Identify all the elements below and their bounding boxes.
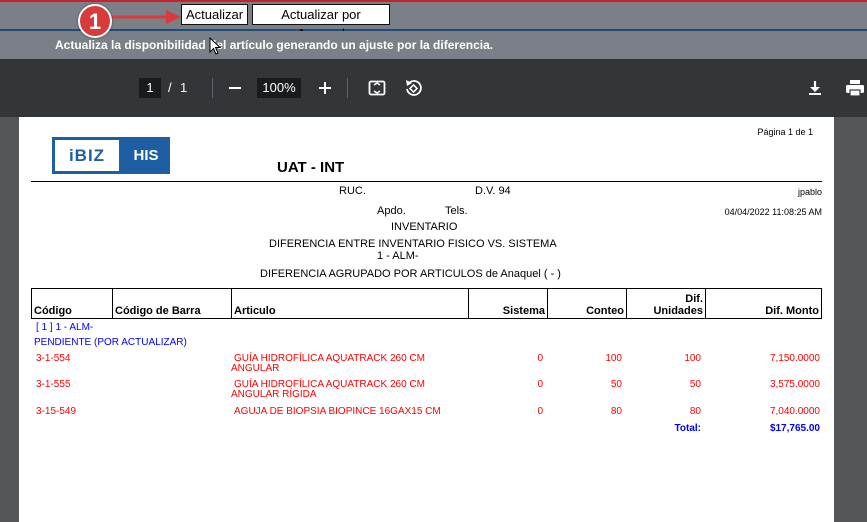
- apdo-label: Apdo.: [377, 205, 406, 217]
- tels-label: Tels.: [445, 205, 468, 217]
- row-articulo: AGUJA DE BIOPSIA BIOPINCE 16GAX15 CM: [234, 406, 441, 417]
- row-dif-unidades: 80: [689, 406, 701, 417]
- status-label: PENDIENTE (POR ACTUALIZAR): [34, 337, 187, 348]
- fit-page-icon[interactable]: [365, 76, 389, 100]
- toolbar-divider: [347, 78, 348, 98]
- report-title: INVENTARIO: [391, 221, 458, 233]
- actualizar-button[interactable]: Actualizar: [181, 4, 248, 25]
- col-sistema: Sistema: [468, 288, 548, 319]
- row-conteo: 80: [610, 406, 622, 417]
- col-dif-unidades: Dif. Unidades: [626, 288, 706, 319]
- page-total: 1: [180, 80, 188, 95]
- annotation-step-marker: 1: [78, 4, 112, 38]
- col-dif-monto: Dif. Monto: [705, 288, 822, 319]
- report-datetime: 04/04/2022 11:08:25 AM: [724, 207, 822, 217]
- col-codigo: Código: [31, 288, 113, 319]
- col-conteo: Conteo: [547, 288, 627, 319]
- company-logo: iBIZ HIS: [52, 137, 170, 174]
- col-dif-line1: Dif.: [685, 293, 703, 305]
- description-banner: Actualiza la disponibilidad del artículo…: [0, 31, 867, 59]
- print-icon[interactable]: [843, 76, 867, 100]
- report-warehouse: 1 - ALM-: [377, 250, 419, 262]
- zoom-level-input[interactable]: 100%: [257, 78, 301, 98]
- row-sistema: 0: [537, 406, 543, 417]
- total-label: Total:: [674, 423, 701, 434]
- toolbar-divider: [212, 78, 213, 98]
- col-dif-line2: Unidades: [653, 305, 703, 317]
- rotate-icon[interactable]: [401, 76, 425, 100]
- viewer-scroll-area[interactable]: [848, 117, 867, 522]
- zoom-out-icon[interactable]: [223, 76, 247, 100]
- actualizar-por-anaquel-button[interactable]: Actualizar por Anaquel: [252, 4, 390, 41]
- company-name: UAT - INT: [277, 159, 345, 176]
- pdf-viewer-toolbar: 1 / 1 100%: [0, 59, 867, 117]
- page-count-label: Página 1 de 1: [757, 127, 813, 137]
- row-conteo: 100: [605, 353, 622, 364]
- report-subtitle: DIFERENCIA ENTRE INVENTARIO FISICO VS. S…: [269, 238, 557, 250]
- row-articulo-cont: ANGULAR RÍGIDA: [231, 389, 317, 400]
- col-articulo: Articulo: [231, 288, 469, 319]
- pdf-page: Página 1 de 1 iBIZ HIS UAT - INT RUC. D.…: [19, 117, 834, 522]
- page-separator: /: [168, 80, 172, 95]
- user-label: jpablo: [797, 187, 822, 197]
- row-dif-unidades: 50: [689, 379, 701, 390]
- ruc-label: RUC.: [339, 185, 366, 197]
- annotation-arrow-icon: [110, 10, 181, 24]
- report-grouping: DIFERENCIA AGRUPADO POR ARTICULOS de Ana…: [260, 268, 561, 280]
- col-codigo-barra: Código de Barra: [112, 288, 232, 319]
- row-codigo: 3-1-555: [36, 379, 71, 390]
- row-codigo: 3-15-549: [36, 406, 77, 417]
- dv-label: D.V. 94: [475, 185, 511, 197]
- row-codigo: 3-1-554: [36, 353, 71, 364]
- report-table: Código Código de Barra Articulo Sistema …: [31, 288, 822, 319]
- logo-right-text: HIS: [133, 147, 159, 164]
- row-dif-monto: 3,575.0000: [769, 379, 820, 390]
- row-articulo-cont: ANGULAR: [231, 363, 280, 374]
- logo-left-text: iBIZ: [52, 137, 122, 174]
- row-dif-monto: 7,150.0000: [769, 353, 820, 364]
- total-value: $17,765.00: [769, 423, 820, 434]
- row-sistema: 0: [537, 353, 543, 364]
- download-icon[interactable]: [803, 76, 827, 100]
- header-divider: [31, 181, 822, 182]
- row-dif-monto: 7,040.0000: [769, 406, 820, 417]
- page-number-input[interactable]: 1: [139, 78, 161, 98]
- mouse-cursor-icon: [209, 37, 221, 55]
- row-dif-unidades: 100: [684, 353, 701, 364]
- zoom-in-icon[interactable]: [313, 76, 337, 100]
- group-label: [ 1 ] 1 - ALM-: [36, 322, 94, 333]
- row-sistema: 0: [537, 379, 543, 390]
- row-conteo: 50: [610, 379, 622, 390]
